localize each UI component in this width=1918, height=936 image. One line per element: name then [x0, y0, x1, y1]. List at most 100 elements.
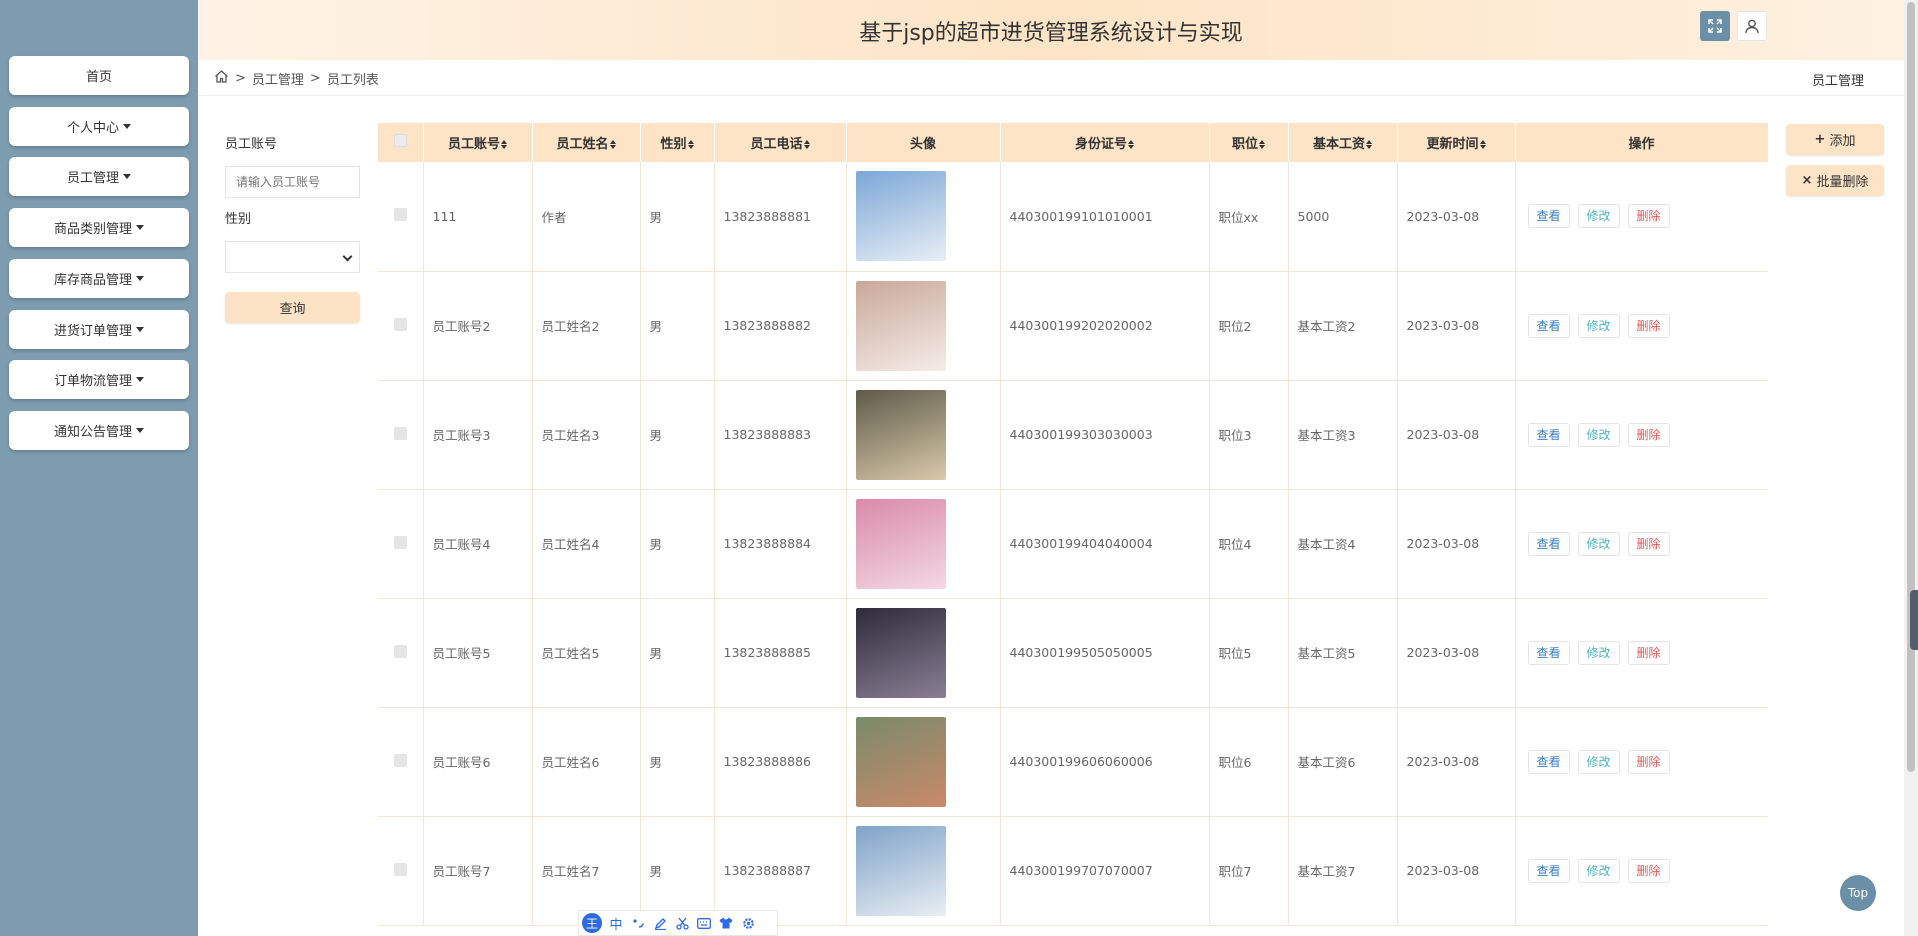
- view-button[interactable]: 查看: [1527, 204, 1570, 229]
- column-header-updated[interactable]: 更新时间: [1397, 123, 1516, 162]
- query-button[interactable]: 查询: [225, 292, 360, 323]
- view-button[interactable]: 查看: [1527, 749, 1570, 774]
- caret-down-icon: [136, 276, 144, 281]
- sidebar-item-employee-mgmt[interactable]: 员工管理: [9, 157, 189, 196]
- edit-button[interactable]: 修改: [1577, 640, 1620, 665]
- sort-icon[interactable]: [609, 140, 616, 149]
- page-scrollbar[interactable]: [1904, 0, 1918, 936]
- scrollbar-thumb[interactable]: [1907, 2, 1915, 772]
- sort-icon[interactable]: [1366, 140, 1372, 149]
- row-checkbox[interactable]: [393, 317, 407, 331]
- column-header-position[interactable]: 职位: [1209, 123, 1289, 162]
- cell-avatar: [846, 489, 1001, 599]
- cell-updated: 2023-03-08: [1397, 707, 1516, 817]
- sidebar-item-personal-center[interactable]: 个人中心: [9, 107, 189, 146]
- account-search-input[interactable]: [225, 166, 360, 198]
- edit-button[interactable]: 修改: [1577, 422, 1620, 447]
- sidebar-item-home[interactable]: 首页: [9, 56, 189, 95]
- gear-icon[interactable]: [740, 915, 756, 931]
- back-to-top-button[interactable]: Top: [1840, 875, 1876, 911]
- breadcrumb: > 员工管理 > 员工列表 员工管理: [198, 60, 1904, 96]
- sort-icon[interactable]: [1479, 140, 1486, 149]
- cell-position: 职位3: [1209, 380, 1289, 490]
- row-checkbox[interactable]: [393, 208, 407, 222]
- delete-button[interactable]: 删除: [1627, 313, 1670, 338]
- sidebar-item-logistics-mgmt[interactable]: 订单物流管理: [9, 360, 189, 399]
- avatar: [855, 498, 946, 589]
- edit-button[interactable]: 修改: [1577, 204, 1620, 229]
- sort-icon[interactable]: [501, 140, 507, 149]
- ime-mode-toggle[interactable]: 中: [608, 915, 624, 933]
- cell-actions: 查看 修改 删除: [1515, 380, 1768, 490]
- sidebar-item-label: 库存商品管理: [53, 273, 132, 288]
- cell-avatar: [846, 162, 1001, 272]
- sidebar-item-label: 员工管理: [66, 171, 119, 186]
- row-checkbox-cell: [378, 162, 424, 272]
- column-header-idcard[interactable]: 身份证号: [1000, 123, 1210, 162]
- column-header-salary[interactable]: 基本工资: [1288, 123, 1398, 162]
- sort-icon[interactable]: [1128, 140, 1134, 149]
- sidebar-item-label: 商品类别管理: [53, 222, 132, 237]
- punctuation-icon[interactable]: [630, 915, 646, 931]
- row-checkbox[interactable]: [393, 535, 407, 549]
- breadcrumb-separator: >: [309, 71, 321, 86]
- sidebar-item-inventory-mgmt[interactable]: 库存商品管理: [9, 259, 189, 298]
- column-header-gender[interactable]: 性别: [640, 123, 715, 162]
- edit-button[interactable]: 修改: [1577, 858, 1620, 883]
- sidebar-item-label: 订单物流管理: [53, 374, 132, 389]
- sort-icon[interactable]: [803, 140, 810, 149]
- cell-avatar: [846, 598, 1001, 708]
- pen-icon[interactable]: [652, 915, 668, 931]
- select-all-checkbox[interactable]: [393, 134, 407, 147]
- cell-gender: 男: [640, 598, 715, 708]
- side-drawer-handle[interactable]: [1910, 590, 1918, 650]
- cell-actions: 查看 修改 删除: [1515, 271, 1768, 381]
- sort-icon[interactable]: [1259, 140, 1265, 149]
- sidebar-item-notice-mgmt[interactable]: 通知公告管理: [9, 411, 189, 450]
- view-button[interactable]: 查看: [1527, 858, 1570, 883]
- table-row: 员工账号4 员工姓名4 男 13823888884 440300199404040004…: [378, 489, 1768, 599]
- view-button[interactable]: 查看: [1527, 531, 1570, 556]
- row-checkbox[interactable]: [393, 426, 407, 440]
- column-header-name[interactable]: 员工姓名: [532, 123, 641, 162]
- table-row: 员工账号2 员工姓名2 男 13823888882 440300199202020002…: [378, 271, 1768, 381]
- delete-button[interactable]: 删除: [1627, 531, 1670, 556]
- edit-button[interactable]: 修改: [1577, 531, 1620, 556]
- breadcrumb-level1[interactable]: 员工管理: [252, 69, 304, 88]
- delete-button[interactable]: 删除: [1627, 858, 1670, 883]
- home-icon[interactable]: [214, 69, 229, 88]
- fullscreen-icon[interactable]: [1700, 11, 1730, 41]
- gender-select[interactable]: [225, 241, 360, 273]
- cell-idcard: 440300199202020002: [1000, 271, 1210, 381]
- delete-button[interactable]: 删除: [1627, 640, 1670, 665]
- delete-button[interactable]: 删除: [1627, 204, 1670, 229]
- add-button[interactable]: + 添加: [1786, 124, 1884, 155]
- skin-icon[interactable]: [718, 915, 734, 931]
- cell-actions: 查看 修改 删除: [1515, 816, 1768, 926]
- delete-button[interactable]: 删除: [1627, 749, 1670, 774]
- ime-logo-icon[interactable]: 王: [582, 913, 602, 933]
- delete-button[interactable]: 删除: [1627, 422, 1670, 447]
- cell-salary: 基本工资7: [1288, 816, 1398, 926]
- sidebar-item-purchase-order-mgmt[interactable]: 进货订单管理: [9, 310, 189, 349]
- column-header-account[interactable]: 员工账号: [423, 123, 533, 162]
- edit-button[interactable]: 修改: [1577, 313, 1620, 338]
- sort-icon[interactable]: [687, 140, 694, 149]
- cell-phone: 13823888887: [714, 816, 847, 926]
- edit-button[interactable]: 修改: [1577, 749, 1620, 774]
- batch-delete-button[interactable]: × 批量删除: [1786, 165, 1884, 196]
- row-checkbox[interactable]: [393, 644, 407, 658]
- user-icon[interactable]: [1737, 11, 1767, 41]
- sidebar-item-category-mgmt[interactable]: 商品类别管理: [9, 208, 189, 247]
- scissors-icon[interactable]: [674, 915, 690, 931]
- cell-idcard: 440300199404040004: [1000, 489, 1210, 599]
- keyboard-icon[interactable]: [696, 915, 712, 931]
- row-checkbox[interactable]: [393, 862, 407, 876]
- row-checkbox[interactable]: [393, 753, 407, 767]
- view-button[interactable]: 查看: [1527, 640, 1570, 665]
- view-button[interactable]: 查看: [1527, 313, 1570, 338]
- avatar: [855, 280, 946, 371]
- column-header-phone[interactable]: 员工电话: [714, 123, 847, 162]
- view-button[interactable]: 查看: [1527, 422, 1570, 447]
- cell-actions: 查看 修改 删除: [1515, 707, 1768, 817]
